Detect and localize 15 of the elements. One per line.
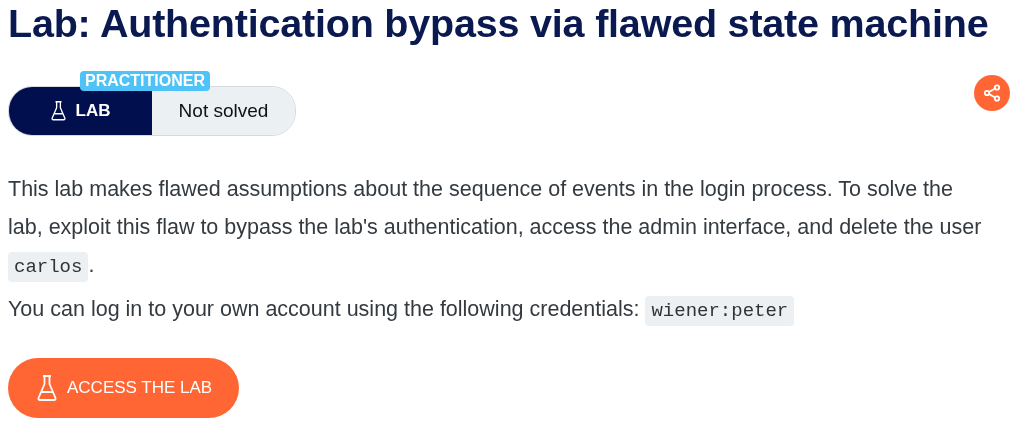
share-icon [983, 84, 1001, 102]
description-text: . [88, 253, 95, 277]
status-text: Not solved [178, 100, 269, 122]
lab-label: LAB [75, 101, 111, 121]
access-lab-button[interactable]: ACCESS THE LAB [8, 358, 240, 418]
description-text: You can log in to your own account using the following credentials: [8, 297, 641, 321]
flask-icon [37, 375, 57, 401]
description-text: lab, exploit this flaw to bypass the lab's authentication, access the admin interface, and delete the user [8, 214, 982, 241]
description-text: This lab makes flawed assumptions about the sequence of events in the login process. To solve the [8, 177, 953, 201]
code-snippet: wiener:peter [645, 296, 795, 326]
share-button[interactable] [974, 75, 1010, 111]
level-badge: PRACTITIONER [80, 71, 210, 91]
code-snippet: carlos [8, 252, 89, 282]
flask-icon [50, 101, 66, 121]
page-title: Lab: Authentication bypass via flawed state machine [8, 0, 990, 46]
